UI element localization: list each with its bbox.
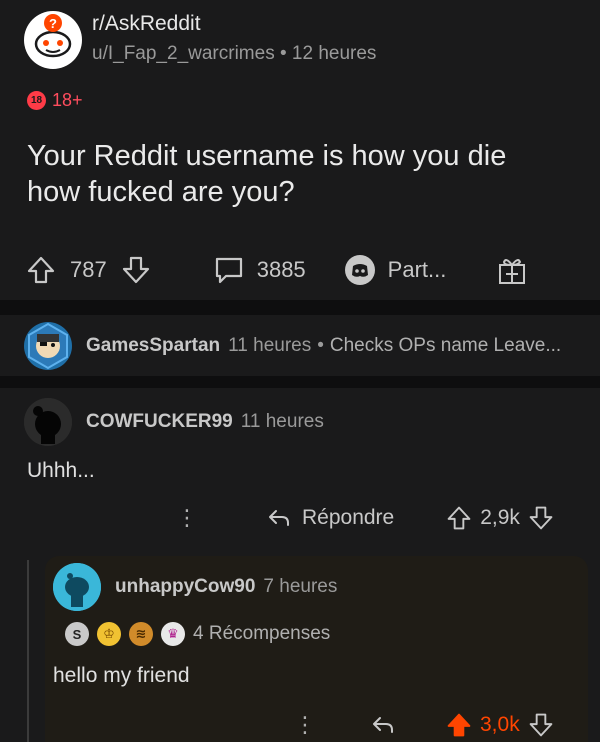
user-avatar[interactable] [53,563,101,611]
downvote-icon[interactable] [528,505,554,531]
comment-time: 11 heures [240,411,324,432]
comment-score: 2,9k [480,506,520,529]
comment-preview: Checks OPs name Leave... [329,335,562,356]
reply-icon[interactable] [370,712,396,738]
share-button[interactable]: Part... [388,257,447,283]
reply-button[interactable]: Répondre [302,506,394,530]
upvote-icon[interactable] [26,255,56,285]
more-options-icon[interactable]: ⋮ [176,505,198,531]
separator [0,300,600,315]
reply-score: 3,0k [480,713,520,736]
awards-count: 4 Récompenses [193,623,331,644]
reply-actions: ⋮ 3,0k [294,709,584,741]
comment-time: 11 heures [228,335,312,356]
subreddit-avatar[interactable]: ? [24,11,82,69]
awards-row[interactable]: S ♔ ≋ ♛ 4 Récompenses [65,622,330,646]
collapsed-comment[interactable]: GamesSpartan 11 heures • Checks OPs name… [24,322,584,370]
discord-icon[interactable] [344,254,376,286]
comment-icon[interactable] [213,254,245,286]
user-avatar[interactable] [24,322,72,370]
svg-text:?: ? [49,16,57,31]
helmet-award-icon: ♛ [161,622,185,646]
comment-username[interactable]: COWFUCKER99 [86,411,233,433]
post-title[interactable]: Your Reddit username is how you die how … [27,138,567,210]
comment-count[interactable]: 3885 [257,257,306,283]
user-avatar[interactable] [24,398,72,446]
taco-award-icon: ≋ [129,622,153,646]
gift-icon[interactable] [496,254,528,286]
nsfw-label: 18+ [52,90,83,110]
reply-header: unhappyCow90 7 heures [53,563,337,611]
post-meta: u/I_Fap_2_warcrimes • 12 heures [92,43,376,65]
upvote-icon[interactable] [446,505,472,531]
meta-dot: • [279,43,287,64]
post-author[interactable]: u/I_Fap_2_warcrimes [92,43,275,64]
meta-dot: • [317,335,324,356]
post-time: 12 heures [291,43,377,64]
comment-actions: ⋮ Répondre 2,9k [176,501,576,535]
crown-award-icon: ♔ [97,622,121,646]
reply-icon[interactable] [266,505,292,531]
reply-body: hello my friend [53,664,190,687]
more-options-icon[interactable]: ⋮ [294,712,316,738]
nsfw-tag: 18 18+ [27,90,83,111]
downvote-icon[interactable] [121,255,151,285]
comment-header: COWFUCKER99 11 heures [24,398,324,446]
silver-award-icon: S [65,622,89,646]
downvote-icon[interactable] [528,712,554,738]
post-actions: 787 3885 Part... [26,250,566,290]
thread-line[interactable] [27,560,29,742]
reply-username[interactable]: unhappyCow90 [115,576,255,598]
nsfw-icon: 18 [27,91,46,110]
upvote-icon[interactable] [446,712,472,738]
reply-time: 7 heures [263,576,338,597]
upvote-count: 787 [70,257,107,282]
comment-username[interactable]: GamesSpartan [86,335,220,357]
separator [0,376,600,388]
subreddit-name[interactable]: r/AskReddit [92,12,201,36]
comment-body: Uhhh... [27,459,95,482]
